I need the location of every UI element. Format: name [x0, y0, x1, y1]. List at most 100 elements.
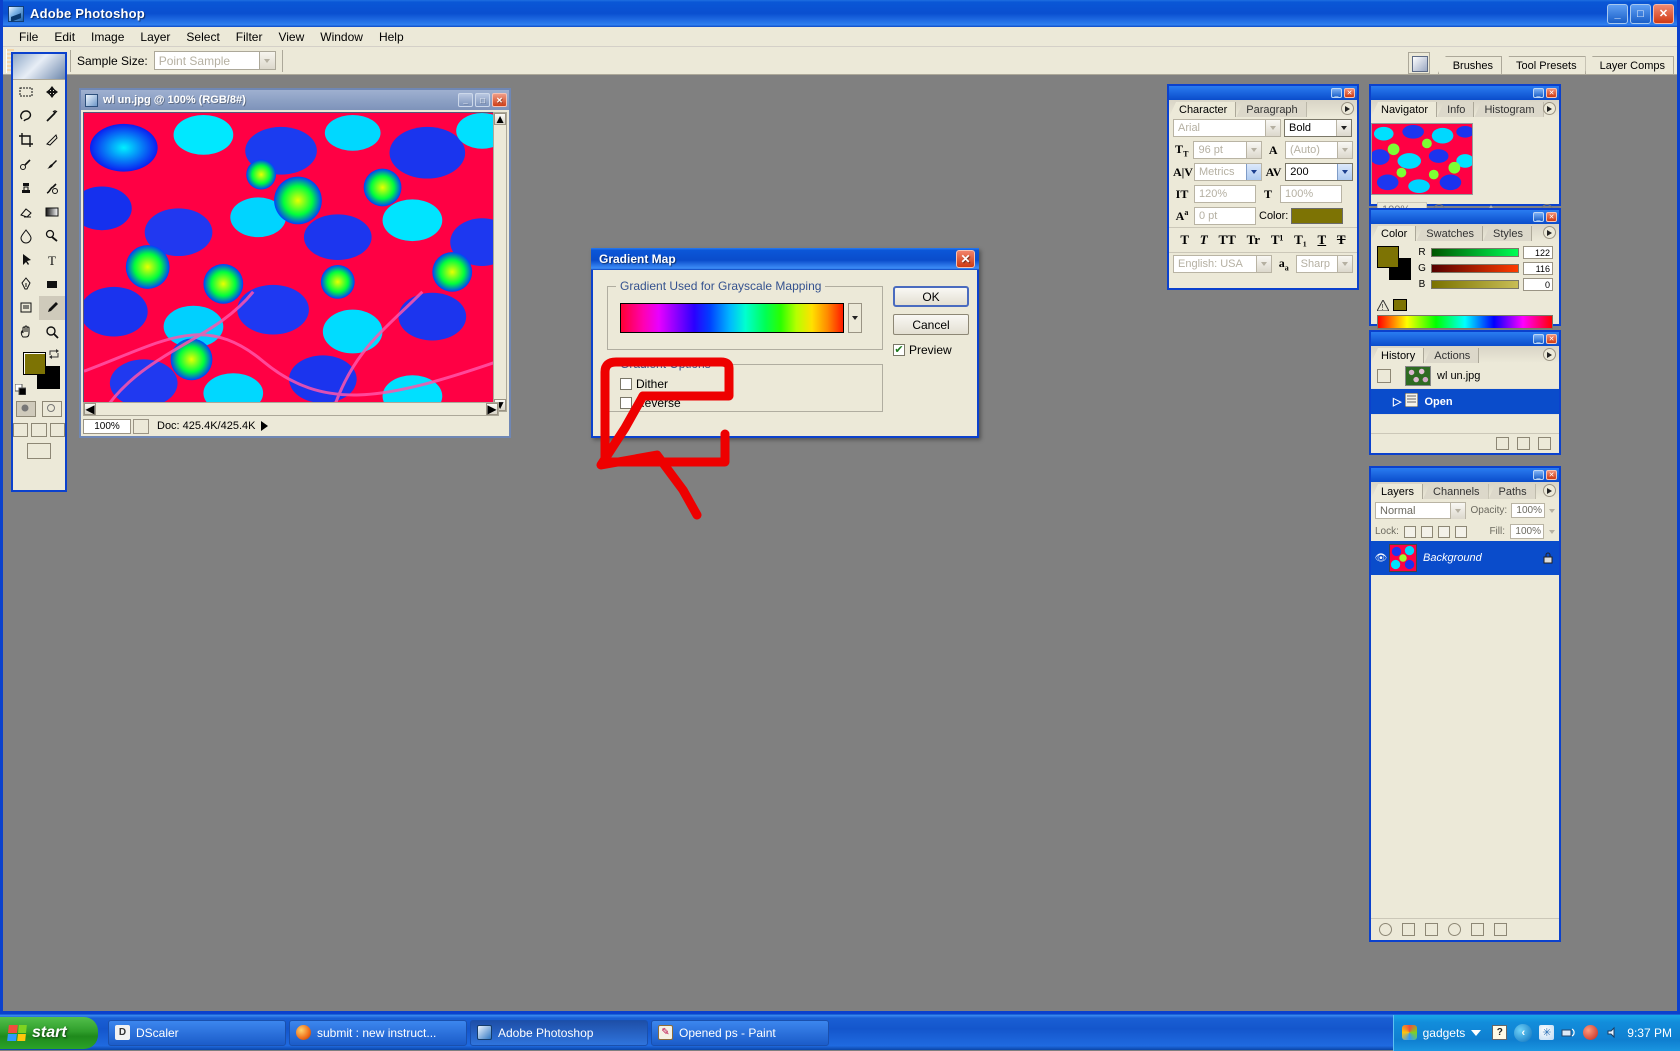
baseline-shift-field[interactable]: 0 pt [1194, 207, 1256, 225]
pen-tool[interactable] [13, 272, 39, 296]
settings-icon[interactable]: ✳ [1539, 1025, 1554, 1040]
fill-field[interactable]: 100% [1510, 524, 1544, 539]
document-maximize-button[interactable]: □ [475, 93, 490, 107]
layer-visibility-icon[interactable]: 👁 [1373, 553, 1389, 564]
gradient-picker-dropdown-button[interactable] [848, 303, 862, 333]
shield-icon[interactable] [1583, 1025, 1598, 1040]
taskbar-item-firefox[interactable]: submit : new instruct... [289, 1020, 467, 1046]
lock-position-icon[interactable] [1438, 526, 1450, 538]
foreground-color-swatch[interactable] [23, 352, 46, 375]
leading-field[interactable]: (Auto) [1285, 141, 1353, 159]
faux-italic-button[interactable]: T [1200, 232, 1208, 248]
underline-button[interactable]: T [1317, 232, 1326, 248]
history-state-row[interactable]: ▷ Open [1371, 389, 1559, 415]
font-style-field[interactable]: Bold [1284, 119, 1352, 137]
taskbar-item-paint[interactable]: ✎ Opened ps - Paint [651, 1020, 829, 1046]
dodge-tool[interactable] [39, 224, 65, 248]
type-tool[interactable]: T [39, 248, 65, 272]
history-snapshot-row[interactable]: wl un.jpg [1371, 363, 1559, 389]
menu-layer[interactable]: Layer [132, 28, 178, 46]
superscript-button[interactable]: T¹ [1271, 232, 1284, 248]
font-family-dropdown-button[interactable] [1265, 120, 1280, 136]
document-close-button[interactable]: ✕ [492, 93, 507, 107]
taskbar-clock[interactable]: 9:37 PM [1627, 1026, 1672, 1040]
tab-color[interactable]: Color [1371, 226, 1416, 241]
history-brush-source-icon[interactable] [1377, 369, 1391, 383]
tab-channels[interactable]: Channels [1423, 484, 1488, 499]
gradient-tool[interactable] [39, 200, 65, 224]
character-palette-titlebar[interactable]: _ ✕ [1169, 86, 1357, 100]
brush-tool[interactable] [39, 152, 65, 176]
fill-slider-arrow-icon[interactable] [1549, 530, 1555, 534]
leading-dropdown-button[interactable] [1337, 142, 1352, 158]
character-palette-menu-icon[interactable] [1341, 102, 1354, 115]
start-button[interactable]: start [0, 1017, 98, 1049]
font-style-dropdown-button[interactable] [1336, 120, 1351, 136]
navigator-palette-menu-icon[interactable] [1543, 102, 1556, 115]
red-channel-value[interactable]: 122 [1523, 246, 1553, 259]
layers-palette-titlebar[interactable]: _ ✕ [1371, 468, 1559, 482]
gradient-preview-swatch[interactable] [620, 303, 844, 333]
color-palette-close-button[interactable]: ✕ [1546, 212, 1557, 222]
scroll-up-arrow-icon[interactable]: ▲ [494, 113, 506, 125]
chevron-icon[interactable]: ‹ [1514, 1024, 1532, 1042]
green-channel-value[interactable]: 116 [1523, 262, 1553, 275]
adjustment-layer-icon[interactable] [1448, 923, 1461, 936]
blue-channel-slider[interactable] [1431, 280, 1519, 289]
opacity-slider-arrow-icon[interactable] [1549, 509, 1555, 513]
tab-navigator[interactable]: Navigator [1371, 102, 1437, 117]
gamut-alternate-swatch[interactable] [1393, 299, 1407, 311]
volume-icon[interactable] [1605, 1025, 1620, 1040]
tab-history[interactable]: History [1371, 348, 1424, 363]
maximize-button[interactable]: □ [1630, 4, 1651, 24]
character-palette-close-button[interactable]: ✕ [1344, 88, 1355, 98]
menu-filter[interactable]: Filter [228, 28, 271, 46]
hand-tool[interactable] [13, 320, 39, 344]
lock-all-icon[interactable] [1455, 526, 1467, 538]
layers-palette-minimize-button[interactable]: _ [1533, 470, 1544, 480]
jump-to-imageready-button[interactable] [27, 443, 51, 459]
document-minimize-button[interactable]: _ [458, 93, 473, 107]
file-browser-icon[interactable] [1408, 52, 1430, 74]
layer-group-icon[interactable] [1425, 923, 1438, 936]
green-channel-slider[interactable] [1431, 264, 1519, 273]
canvas-viewport[interactable] [83, 112, 499, 412]
delete-layer-icon[interactable] [1494, 923, 1507, 936]
menu-help[interactable]: Help [371, 28, 412, 46]
kerning-dropdown-button[interactable] [1246, 164, 1261, 180]
history-palette-close-button[interactable]: ✕ [1546, 334, 1557, 344]
font-size-dropdown-button[interactable] [1246, 142, 1261, 158]
delete-state-icon[interactable] [1538, 437, 1551, 450]
blend-mode-dropdown-button[interactable] [1450, 503, 1465, 519]
zoom-tool[interactable] [39, 320, 65, 344]
horizontal-scale-field[interactable]: 100% [1280, 185, 1342, 203]
zoom-level-field[interactable]: 100% [83, 419, 131, 434]
history-brush-tool[interactable] [39, 176, 65, 200]
create-snapshot-icon[interactable] [1517, 437, 1530, 450]
layer-mask-icon[interactable] [1402, 923, 1415, 936]
well-tab-tool-presets[interactable]: Tool Presets [1501, 56, 1586, 74]
well-tab-brushes[interactable]: Brushes [1438, 56, 1502, 74]
canvas-vertical-scrollbar[interactable]: ▲ ▼ [493, 112, 507, 412]
close-button[interactable]: ✕ [1653, 4, 1674, 24]
tab-info[interactable]: Info [1437, 102, 1474, 117]
font-family-field[interactable]: Arial [1173, 119, 1281, 137]
healing-brush-tool[interactable] [13, 152, 39, 176]
network-icon[interactable] [1561, 1025, 1576, 1040]
color-spectrum-ramp[interactable] [1377, 315, 1553, 329]
menu-view[interactable]: View [270, 28, 312, 46]
magic-wand-tool[interactable] [39, 104, 65, 128]
subscript-button[interactable]: T₁ [1294, 232, 1307, 248]
tab-styles[interactable]: Styles [1483, 226, 1532, 241]
navigator-palette-titlebar[interactable]: _ ✕ [1371, 86, 1559, 100]
scroll-left-arrow-icon[interactable]: ◀ [84, 403, 96, 415]
taskbar-item-dscaler[interactable]: D DScaler [108, 1020, 286, 1046]
lasso-tool[interactable] [13, 104, 39, 128]
gradient-map-titlebar[interactable]: Gradient Map ✕ [591, 248, 979, 270]
tab-actions[interactable]: Actions [1424, 348, 1479, 363]
color-palette-minimize-button[interactable]: _ [1533, 212, 1544, 222]
tab-histogram[interactable]: Histogram [1474, 102, 1543, 117]
preview-checkbox[interactable]: Preview [893, 343, 952, 357]
scroll-right-arrow-icon[interactable]: ▶ [486, 403, 498, 415]
slice-tool[interactable] [39, 128, 65, 152]
